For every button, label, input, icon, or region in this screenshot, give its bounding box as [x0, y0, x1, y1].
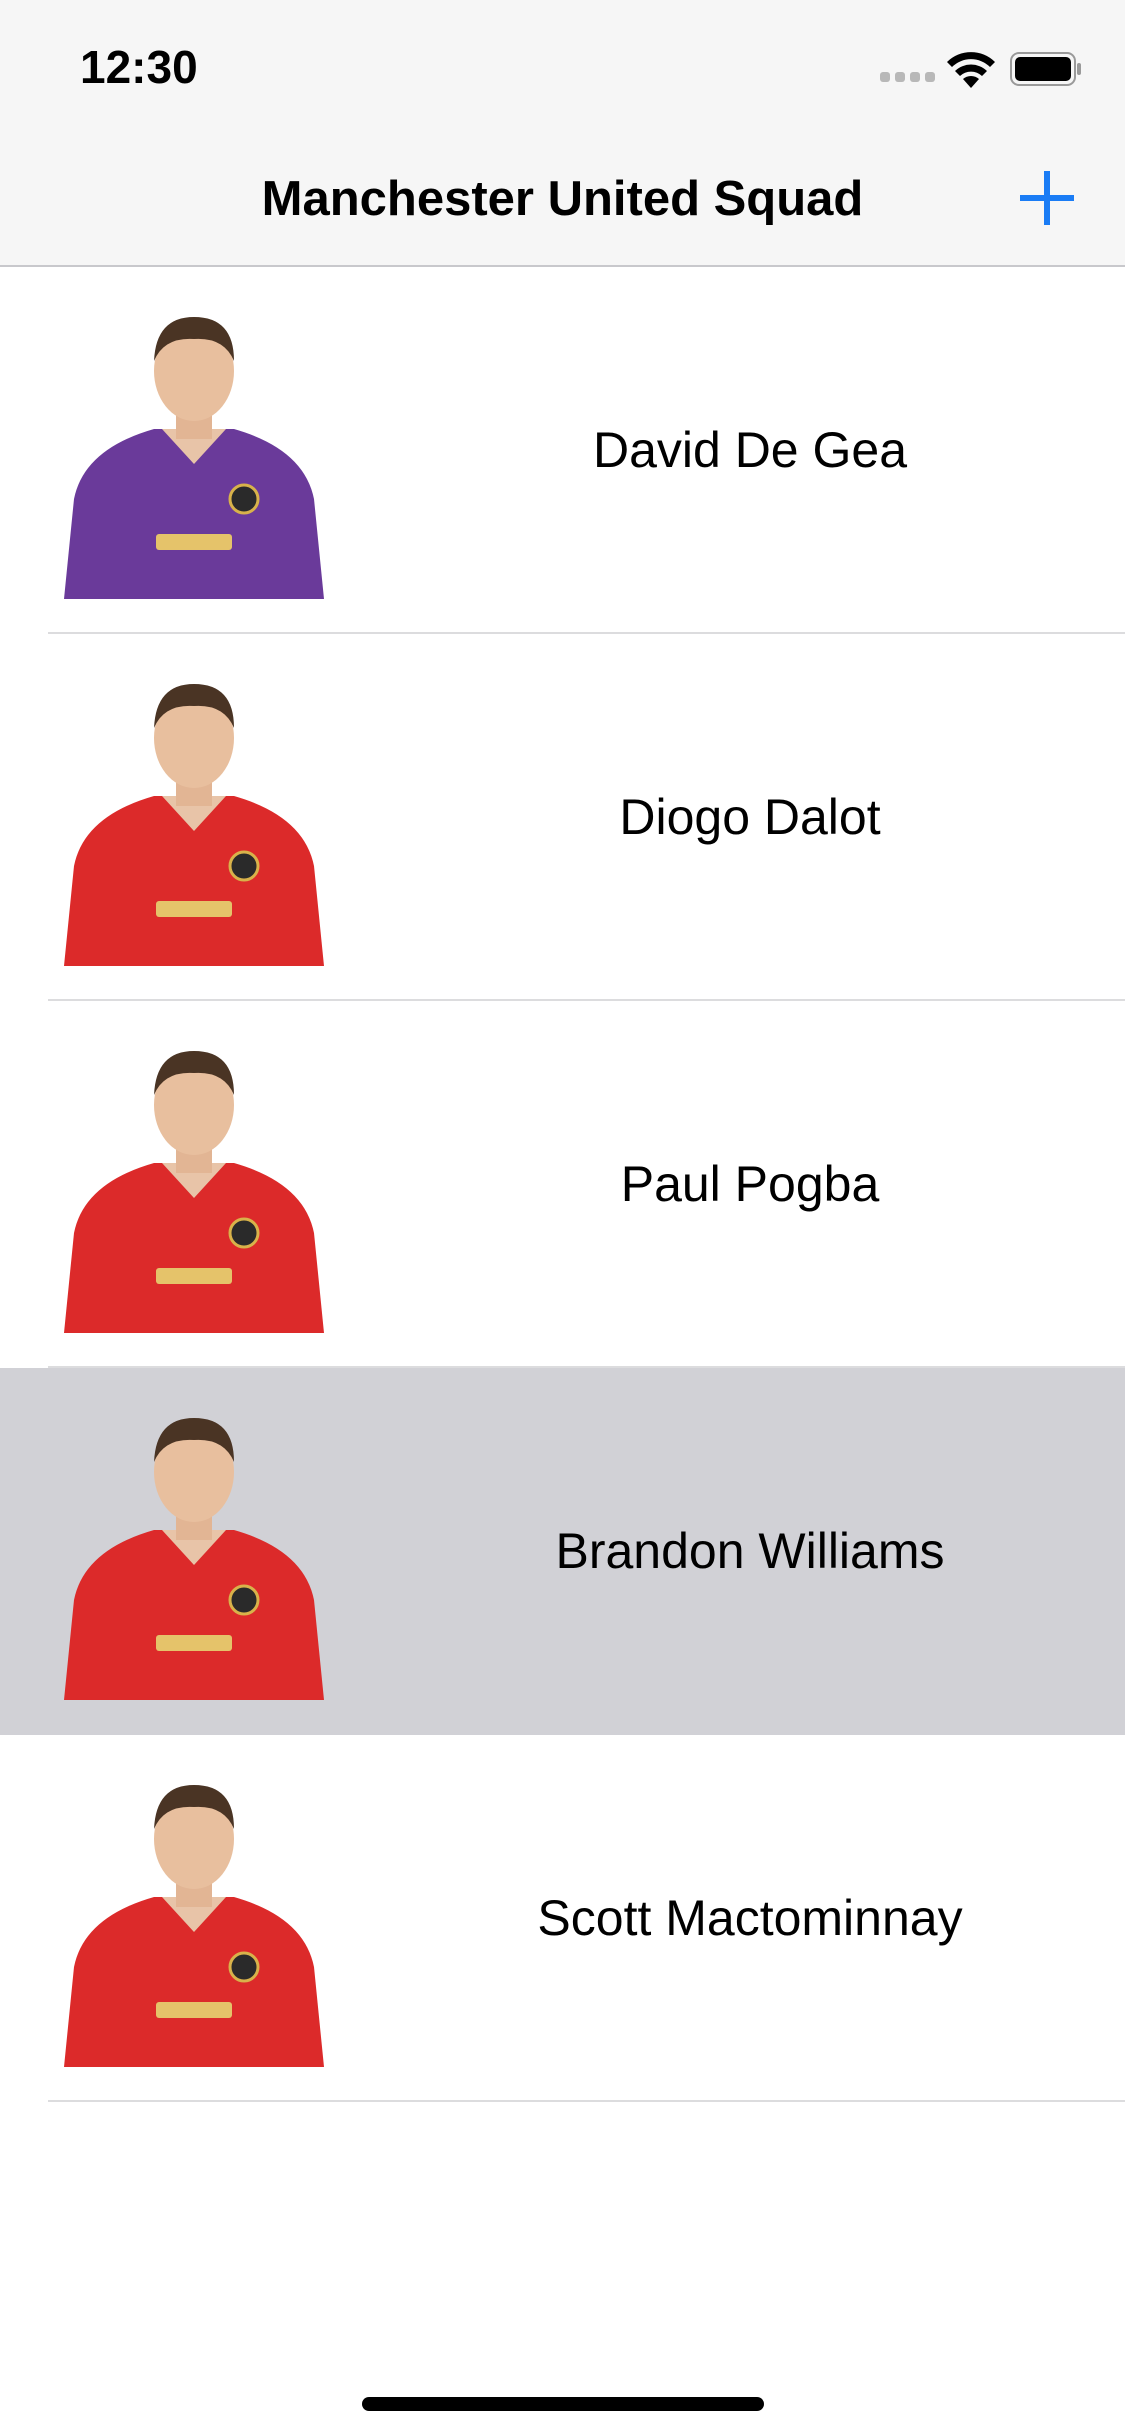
player-name: Diogo Dalot: [619, 789, 881, 845]
player-row[interactable]: Paul Pogba: [0, 1001, 1125, 1368]
status-time: 12:30: [80, 41, 198, 93]
player-row[interactable]: Diogo Dalot: [0, 634, 1125, 1001]
player-photo: [64, 1051, 324, 1333]
player-table: David De Gea Diogo Dalot Paul Pogba Brandon…: [0, 267, 1125, 2102]
player-photo: [64, 1418, 324, 1700]
player-row[interactable]: Brandon Williams: [0, 1368, 1125, 1735]
player-row[interactable]: Scott Mactominnay: [0, 1735, 1125, 2102]
wifi-icon: [947, 52, 995, 88]
player-name: Scott Mactominnay: [537, 1890, 963, 1946]
player-name: David De Gea: [592, 422, 908, 478]
status-bar: 12:30: [0, 0, 1125, 135]
row-separator: [48, 2100, 1125, 2102]
player-row[interactable]: David De Gea: [0, 267, 1125, 634]
cellular-signal-icon: [880, 72, 936, 84]
navigation-bar: Manchester United Squad: [0, 135, 1125, 267]
player-photo: [64, 1785, 324, 2067]
page-title: Manchester United Squad: [261, 172, 864, 226]
player-name: Paul Pogba: [620, 1156, 880, 1212]
player-photo: [64, 684, 324, 966]
plus-icon: [1020, 171, 1074, 225]
player-name: Brandon Williams: [555, 1523, 945, 1579]
home-indicator: [362, 2397, 764, 2411]
player-photo: [64, 317, 324, 599]
add-player-button[interactable]: [1012, 163, 1082, 233]
battery-icon: [1010, 52, 1081, 86]
